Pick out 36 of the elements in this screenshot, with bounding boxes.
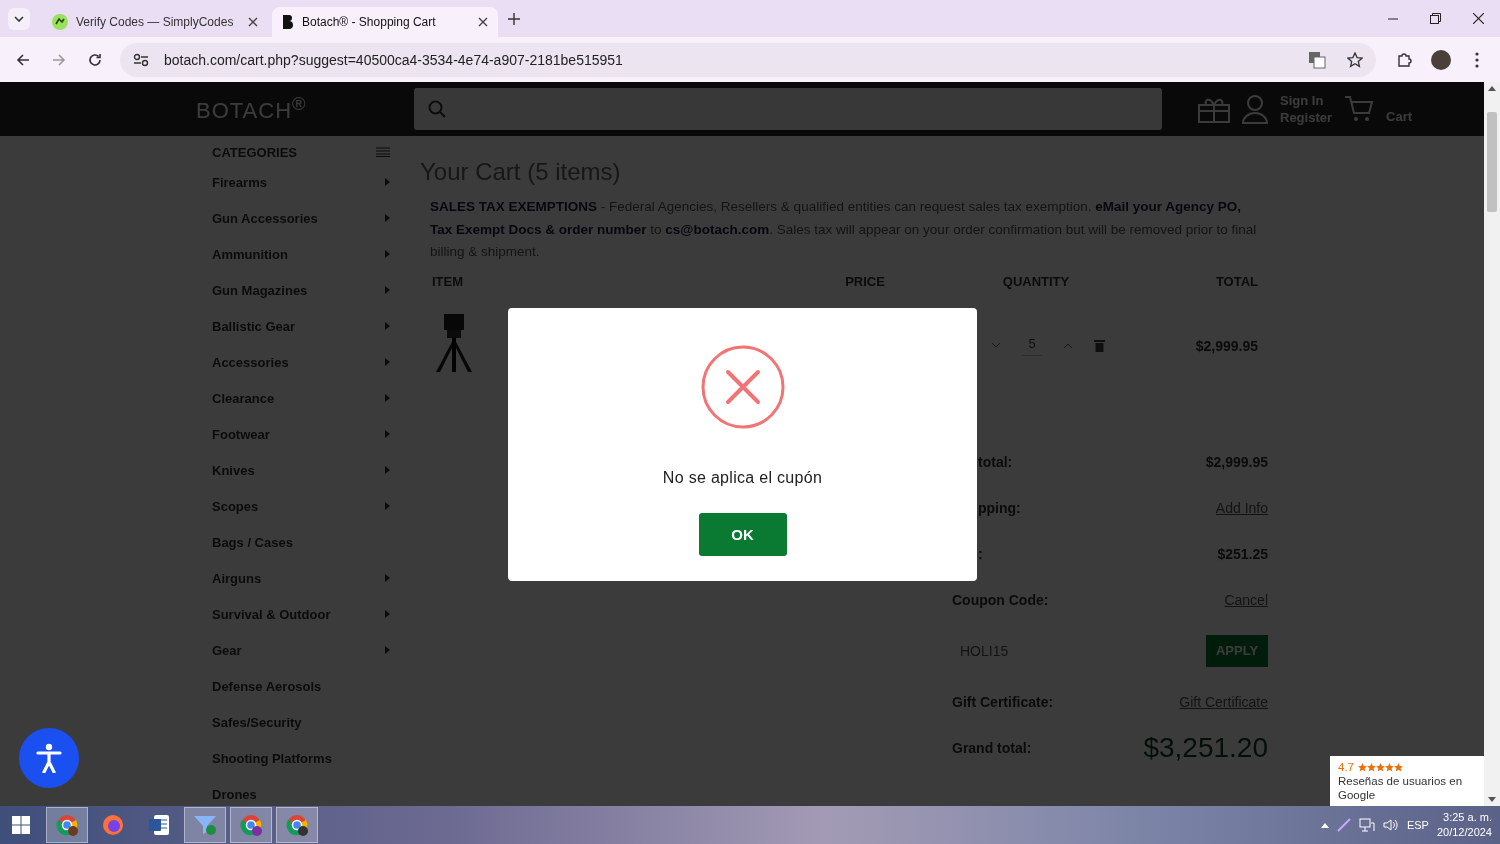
star-icon — [1367, 762, 1376, 772]
network-icon[interactable] — [1358, 818, 1375, 832]
chrome-icon[interactable] — [46, 807, 88, 843]
close-icon[interactable] — [248, 17, 258, 27]
scrollbar-thumb[interactable] — [1487, 112, 1497, 212]
new-tab-icon[interactable] — [508, 12, 520, 25]
reviews-badge[interactable]: 4.7 Reseñas de usuarios en Google — [1330, 756, 1484, 806]
language-indicator[interactable]: ESP — [1406, 819, 1429, 831]
reviews-label: Reseñas de usuarios en Google — [1338, 774, 1464, 802]
grand-total: $3,251.20 — [1143, 731, 1268, 764]
accessibility-icon — [36, 743, 62, 773]
error-icon — [700, 345, 785, 429]
ok-button[interactable]: OK — [698, 513, 787, 556]
star-icon — [1394, 762, 1403, 772]
browser-tab[interactable]: Verify Codes — SimplyCodes — [42, 7, 268, 37]
clock-time[interactable]: 3:25 a. m. — [1443, 810, 1492, 825]
pen-icon[interactable] — [1336, 818, 1351, 832]
caret-icon — [14, 15, 24, 22]
star-icon — [1385, 762, 1394, 772]
dialog-message: No se aplica el cupón — [662, 469, 823, 487]
chrome-icon[interactable] — [276, 807, 318, 843]
browser-tab[interactable]: Botach® - Shopping Cart — [272, 7, 498, 37]
scroll-down-icon[interactable] — [1488, 797, 1496, 802]
close-icon[interactable] — [478, 17, 488, 27]
tab-favicon-icon — [282, 14, 294, 30]
rating-value: 4.7 — [1338, 760, 1354, 774]
star-icon — [1358, 762, 1367, 772]
clock-date[interactable]: 20/12/2024 — [1436, 825, 1492, 840]
star-icon — [1376, 762, 1385, 772]
volume-icon[interactable] — [1382, 818, 1399, 832]
tab-favicon-icon — [52, 14, 68, 30]
scroll-up-icon[interactable] — [1488, 86, 1496, 91]
tab-search-button[interactable] — [8, 7, 30, 30]
summary-label: : — [978, 545, 983, 562]
tray-expand-icon[interactable] — [1320, 822, 1329, 828]
chrome-icon[interactable] — [230, 807, 272, 843]
